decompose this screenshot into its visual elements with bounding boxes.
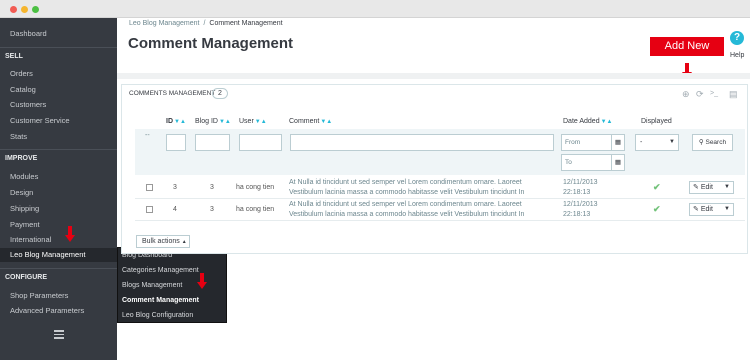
cell-comment: At Nulla id tincidunt ut sed semper vel … [289, 201, 525, 218]
dropdown-caret-icon: ▼ [669, 139, 675, 145]
filter-comment-input[interactable] [290, 134, 554, 151]
add-icon[interactable]: ⊕ [682, 88, 690, 100]
sidebar-item-design[interactable]: Design [0, 186, 117, 200]
breadcrumb-separator: / [203, 20, 206, 27]
cell-id: 4 [173, 206, 177, 213]
sort-arrows-icon[interactable]: ▼▲ [255, 119, 267, 125]
column-header-user[interactable]: User▼▲ [239, 118, 267, 125]
maximize-window-button[interactable] [32, 6, 39, 13]
cell-comment: At Nulla id tincidunt ut sed semper vel … [289, 179, 525, 196]
submenu-item-categories-management[interactable]: Categories Management [122, 264, 199, 278]
filter-id-input[interactable] [166, 134, 186, 151]
row-checkbox[interactable] [146, 206, 153, 213]
page-title: Comment Management [128, 35, 294, 52]
pencil-icon: ✎ [693, 206, 699, 213]
refresh-icon[interactable]: ⟳ [696, 88, 704, 100]
add-new-button[interactable]: Add New [650, 37, 724, 56]
close-window-button[interactable] [10, 6, 17, 13]
filter-date-to-input[interactable]: To [561, 154, 613, 171]
calendar-icon[interactable]: ▦ [611, 154, 625, 171]
column-header-id[interactable]: ID▼▲ [166, 118, 186, 125]
sidebar-item-shop-parameters[interactable]: Shop Parameters [0, 289, 117, 303]
sidebar-item-payment[interactable]: Payment [0, 218, 117, 232]
sort-arrows-icon[interactable]: ▼▲ [174, 119, 186, 125]
content-divider [117, 73, 750, 79]
pencil-icon: ✎ [693, 184, 699, 191]
edit-button[interactable]: ✎ Edit ▼ [689, 203, 734, 216]
sidebar-item-customer-service[interactable]: Customer Service [0, 114, 117, 128]
annotation-arrow-icon [197, 273, 207, 291]
sidebar-item-customers[interactable]: Customers [0, 98, 117, 112]
sidebar-item-catalog[interactable]: Catalog [0, 83, 117, 97]
sidebar-item-modules[interactable]: Modules [0, 170, 117, 184]
sort-arrows-icon[interactable]: ▼▲ [601, 119, 613, 125]
sidebar-item-stats[interactable]: Stats [0, 130, 117, 144]
sidebar-divider [0, 47, 117, 48]
search-button[interactable]: ⚲ Search [692, 134, 733, 151]
export-icon[interactable]: ▤ [729, 88, 738, 100]
search-icon: ⚲ [698, 139, 704, 146]
filter-blog-id-input[interactable] [195, 134, 230, 151]
displayed-check-icon[interactable]: ✔ [653, 182, 661, 193]
column-header-comment[interactable]: Comment▼▲ [289, 118, 332, 125]
filter-displayed-select[interactable]: - ▼ [635, 134, 679, 151]
table-row[interactable]: 4 3 ha cong tien At Nulla id tincidunt u… [135, 199, 745, 221]
help-label[interactable]: Help [730, 52, 744, 59]
submenu-item-comment-management[interactable]: Comment Management [122, 294, 199, 308]
column-header-blog-id[interactable]: Blog ID▼▲ [195, 118, 231, 125]
sidebar-item-orders[interactable]: Orders [0, 67, 117, 81]
table-row[interactable]: 3 3 ha cong tien At Nulla id tincidunt u… [135, 177, 745, 199]
edit-button[interactable]: ✎ Edit ▼ [689, 181, 734, 194]
cell-user: ha cong tien [236, 206, 275, 213]
sidebar-item-shipping[interactable]: Shipping [0, 202, 117, 216]
sidebar: Dashboard SELL Orders Catalog Customers … [0, 18, 117, 360]
row-checkbox[interactable] [146, 184, 153, 191]
sql-query-icon[interactable]: >_ [710, 88, 718, 100]
cell-user: ha cong tien [236, 184, 275, 191]
filter-date-from-input[interactable]: From [561, 134, 613, 151]
submenu-item-leo-blog-configuration[interactable]: Leo Blog Configuration [122, 309, 193, 323]
minimize-window-button[interactable] [21, 6, 28, 13]
bulk-actions-button[interactable]: Bulk actions ▲ [136, 235, 190, 248]
panel-title: Comments Management [129, 90, 216, 97]
leo-blog-submenu: Blog Dashboard Categories Management Blo… [117, 247, 227, 323]
annotation-arrow-icon [65, 226, 75, 244]
filter-user-input[interactable] [239, 134, 282, 151]
displayed-check-icon[interactable]: ✔ [653, 204, 661, 215]
sidebar-item-advanced-parameters[interactable]: Advanced Parameters [0, 304, 117, 318]
dropdown-caret-icon[interactable]: ▼ [724, 204, 730, 215]
cell-id: 3 [173, 184, 177, 191]
cell-date-added: 12/11/2013 22:18:13 [563, 201, 598, 218]
breadcrumb-link-leo-blog[interactable]: Leo Blog Management [129, 20, 199, 27]
dropdown-caret-icon[interactable]: ▼ [724, 182, 730, 193]
filter-dash: -- [145, 132, 150, 139]
comments-panel: Comments Management 2 ⊕ ⟳ >_ ▤ ID▼▲ Blog… [121, 84, 748, 254]
sidebar-item-leo-blog-management[interactable]: Leo Blog Management [0, 248, 117, 262]
sidebar-section-sell: SELL [5, 53, 23, 60]
sidebar-section-configure: CONFIGURE [5, 274, 47, 281]
sort-arrows-icon[interactable]: ▼▲ [219, 119, 231, 125]
submenu-item-blogs-management[interactable]: Blogs Management [122, 279, 182, 293]
panel-toolbar: ⊕ ⟳ >_ ▤ [682, 88, 742, 100]
sidebar-divider [0, 268, 117, 269]
hamburger-icon[interactable] [54, 330, 64, 339]
cell-blog-id: 3 [210, 184, 214, 191]
breadcrumb-current: Comment Management [209, 20, 283, 27]
window-titlebar [0, 0, 750, 18]
count-badge: 2 [212, 88, 228, 99]
column-header-date-added[interactable]: Date Added▼▲ [563, 118, 612, 125]
sidebar-section-improve: IMPROVE [5, 155, 38, 162]
cell-date-added: 12/11/2013 22:18:13 [563, 179, 598, 196]
help-icon[interactable]: ? [730, 31, 744, 45]
sort-arrows-icon[interactable]: ▼▲ [320, 119, 332, 125]
cell-blog-id: 3 [210, 206, 214, 213]
filter-row: -- From ▦ To ▦ - ▼ ⚲ Search [135, 129, 745, 175]
sidebar-item-dashboard[interactable]: Dashboard [0, 27, 117, 41]
breadcrumb: Leo Blog Management / Comment Management [129, 20, 283, 27]
sidebar-divider [0, 149, 117, 150]
chevron-up-icon: ▲ [181, 239, 187, 245]
calendar-icon[interactable]: ▦ [611, 134, 625, 151]
sidebar-item-international[interactable]: International [0, 233, 117, 247]
column-header-displayed: Displayed [641, 118, 672, 125]
